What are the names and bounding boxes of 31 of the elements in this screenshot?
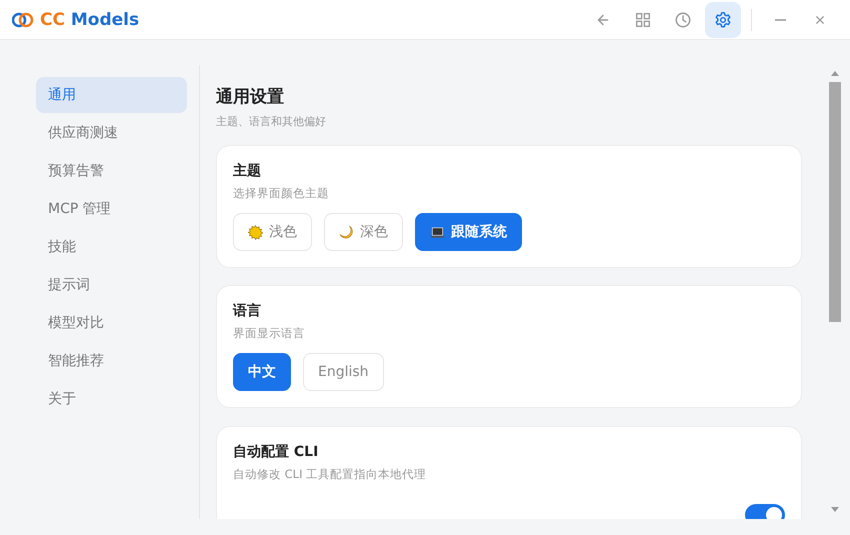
settings-icon [714, 10, 732, 28]
sidebar-item[interactable]: 技能 [36, 229, 187, 265]
moon-icon [339, 224, 354, 240]
option-button[interactable]: 中文 [233, 353, 291, 391]
sidebar-item[interactable]: 关于 [36, 381, 187, 417]
sun-icon [248, 224, 263, 240]
sidebar-item[interactable]: 通用 [36, 77, 187, 113]
sidebar-item[interactable]: 智能推荐 [36, 343, 187, 379]
minimize-icon [774, 18, 786, 20]
section-title: 自动配置 CLI [233, 443, 320, 461]
grid-icon [634, 10, 652, 28]
option-button[interactable]: 跟随系统 [415, 213, 522, 251]
section-description: 界面显示语言 [233, 326, 306, 341]
sidebar-item[interactable]: 模型对比 [36, 305, 187, 341]
section-description: 选择界面颜色主题 [233, 186, 330, 201]
section-title: 主题 [233, 162, 262, 180]
page-title: 通用设置 [216, 86, 285, 108]
sidebar-item[interactable]: MCP 管理 [36, 191, 187, 227]
sidebar-item[interactable]: 提示词 [36, 267, 187, 303]
clock-icon [674, 10, 692, 28]
app-name: CC Models [40, 10, 140, 30]
sidebar-item[interactable]: 供应商测速 [36, 115, 187, 151]
settings-button[interactable] [705, 2, 741, 38]
section-title: 语言 [233, 302, 262, 320]
sidebar-item[interactable]: 预算告警 [36, 153, 187, 189]
option-button[interactable]: English [303, 353, 384, 391]
option-button[interactable]: 深色 [324, 213, 403, 251]
option-button[interactable]: 浅色 [233, 213, 312, 251]
laptop-icon [430, 224, 445, 240]
section-description: 自动修改 CLI 工具配置指向本地代理 [233, 467, 428, 482]
page-subtitle: 主题、语言和其他偏好 [216, 114, 327, 129]
